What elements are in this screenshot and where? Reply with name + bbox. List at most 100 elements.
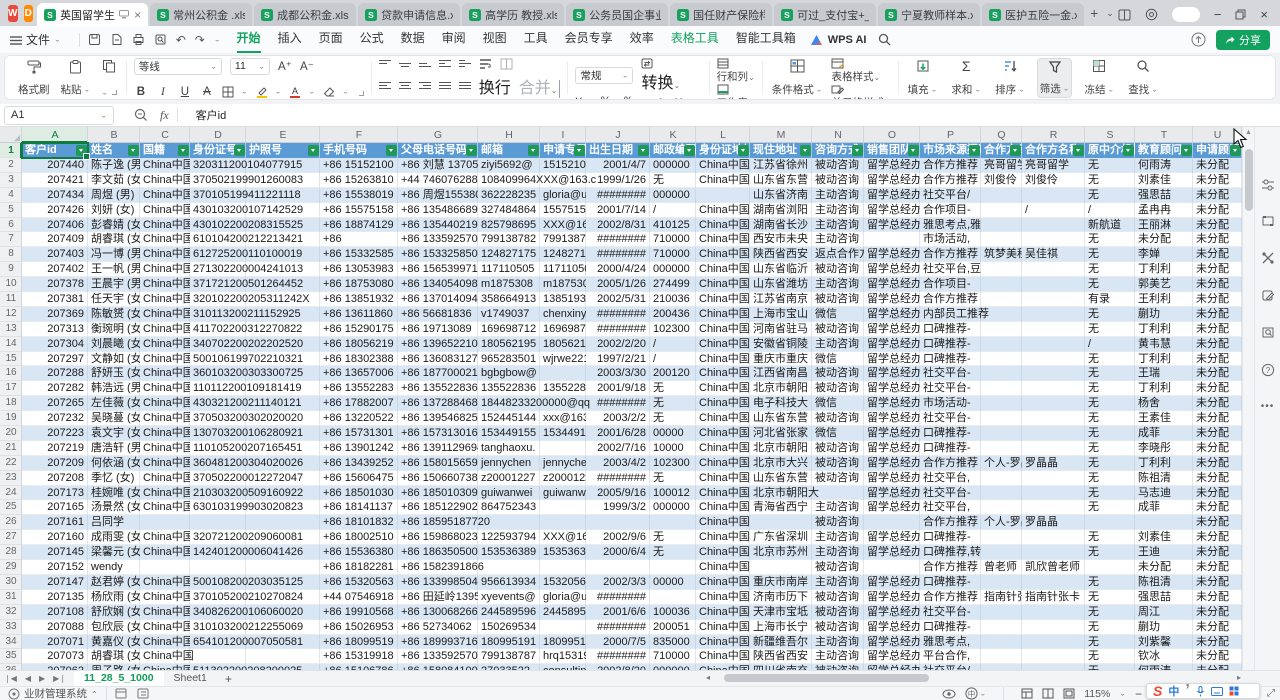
grid-cell[interactable] [540, 366, 586, 381]
grid-cell[interactable]: +86 1354402198 [398, 218, 478, 233]
grid-cell[interactable]: jennychen [478, 456, 540, 471]
align-top-icon[interactable] [379, 60, 391, 68]
grid-cell[interactable]: wjrwe221 [540, 352, 586, 367]
row-number[interactable]: 7 [0, 232, 22, 247]
grid-cell[interactable]: +86 15606475 [320, 471, 398, 486]
grid-cell[interactable]: 430321200211140121 [190, 396, 246, 411]
grid-cell[interactable] [981, 337, 1022, 352]
grid-cell[interactable]: ######## [586, 232, 650, 247]
menu-tab[interactable]: 数据 [401, 26, 425, 53]
grid-cell[interactable]: ######## [586, 396, 650, 411]
grid-cell[interactable]: 无 [1085, 188, 1135, 203]
grid-cell[interactable]: +86 56681836 [398, 307, 478, 322]
chevron-down-icon[interactable]: ⌄ [214, 36, 221, 43]
grid-cell[interactable]: 山东省东营 [750, 471, 812, 486]
formula-value[interactable]: 客户id [196, 107, 227, 123]
row-number[interactable]: 25 [0, 500, 22, 515]
grid-cell[interactable]: / [1085, 337, 1135, 352]
grid-cell[interactable]: China中国 [140, 471, 190, 486]
number-format-select[interactable]: 常规⌄ [575, 67, 633, 84]
filter-button-icon[interactable] [852, 145, 863, 156]
grid-cell[interactable]: 亮哥留学 [1022, 158, 1085, 173]
grid-cell[interactable]: 留学总经办 [864, 188, 920, 203]
grid-cell[interactable]: 152445144 [478, 411, 540, 426]
grid-cell[interactable] [1022, 396, 1085, 411]
row-number[interactable]: 10 [0, 277, 22, 292]
merge-cells-button[interactable]: 合并⌄ [519, 74, 561, 98]
grid-cell[interactable] [190, 560, 246, 575]
column-header-cell[interactable]: 合作方名称 [1022, 143, 1085, 158]
wrap-text-button[interactable]: 换行 [479, 74, 511, 98]
grid-cell[interactable]: +86 18302388 [320, 352, 398, 367]
grid-cell[interactable]: 合作方推荐 [920, 247, 981, 262]
grid-cell[interactable] [981, 232, 1022, 247]
column-letter[interactable]: R [1022, 127, 1085, 143]
column-letter[interactable]: S [1085, 127, 1135, 143]
grid-cell[interactable]: 360103200303300725 [190, 366, 246, 381]
grid-cell[interactable]: 2005/1/26 [586, 277, 650, 292]
grid-cell[interactable]: guiwanwei [540, 486, 586, 501]
grid-cell[interactable]: 陕西省西安 [750, 649, 812, 664]
grid-cell[interactable]: 207145 [22, 545, 88, 560]
row-number[interactable]: 29 [0, 560, 22, 575]
filter-button-icon[interactable] [684, 145, 695, 156]
grid-cell[interactable]: 留学总经办 [864, 545, 920, 560]
account-pill[interactable] [1172, 7, 1200, 22]
filter-button-icon[interactable] [528, 145, 539, 156]
grid-cell[interactable]: / [650, 203, 696, 218]
row-number[interactable]: 9 [0, 262, 22, 277]
grid-cell[interactable]: +86 1395468251 [398, 411, 478, 426]
grid-cell[interactable]: 陈祖清 [1135, 471, 1193, 486]
grid-cell[interactable]: China中国 [140, 456, 190, 471]
grid-cell[interactable]: +44 07546918 [320, 590, 398, 605]
grid-cell[interactable]: China中国 [696, 277, 750, 292]
grid-cell[interactable]: 207434 [22, 188, 88, 203]
grid-cell[interactable]: 内部员工推荐 [920, 307, 981, 322]
grid-cell[interactable]: 未分配 [1193, 158, 1242, 173]
grid-cell[interactable]: 371721200501264452 [190, 277, 246, 292]
grid-cell[interactable]: +86 1580156591 [398, 456, 478, 471]
grid-cell[interactable]: ######## [586, 307, 650, 322]
grid-cell[interactable]: 社交平台- [920, 411, 981, 426]
next-sheet-icon[interactable]: ▶ [39, 674, 45, 683]
grid-cell[interactable]: wendy [88, 560, 140, 575]
grid-cell[interactable]: 个人-罗晶 [981, 515, 1022, 530]
grid-cell[interactable] [981, 203, 1022, 218]
grid-cell[interactable]: 153205639 [540, 575, 586, 590]
tools-icon[interactable] [1261, 251, 1275, 265]
grid-cell[interactable]: 罗晶晶 [1022, 515, 1085, 530]
filter-button-icon[interactable] [738, 145, 749, 156]
grid-cell[interactable]: 袁文宇 (女 [88, 426, 140, 441]
filter-button-icon[interactable] [969, 145, 980, 156]
grid-cell[interactable]: 710000 [650, 649, 696, 664]
grid-cell[interactable]: 留学总经办 [864, 500, 920, 515]
grid-cell[interactable]: 207223 [22, 426, 88, 441]
grid-cell[interactable]: China中国 [696, 649, 750, 664]
grid-cell[interactable] [650, 590, 696, 605]
toolbox-grid-icon[interactable] [1229, 686, 1239, 696]
grid-cell[interactable]: 留学总经办 [864, 352, 920, 367]
grid-cell[interactable]: 未分配 [1193, 605, 1242, 620]
find-button[interactable]: 查找⌄ [1126, 58, 1160, 98]
grid-cell[interactable]: 陕西省西安 [750, 247, 812, 262]
row-number[interactable]: 18 [0, 396, 22, 411]
grid-cell[interactable]: 陈敏赟 (女 [88, 307, 140, 322]
grid-cell[interactable]: XXX@163. [540, 530, 586, 545]
grid-cell[interactable]: China中国 [140, 605, 190, 620]
help-icon[interactable]: ? [1261, 363, 1275, 377]
grid-cell[interactable]: China中国 [696, 247, 750, 262]
grid-cell[interactable]: 冯一博 (男 [88, 247, 140, 262]
grid-cell[interactable] [981, 277, 1022, 292]
grid-cell[interactable] [981, 366, 1022, 381]
grid-cell[interactable]: 主动咨询 [812, 337, 864, 352]
grid-cell[interactable]: China中国 [696, 218, 750, 233]
grid-cell[interactable]: 无 [1085, 649, 1135, 664]
grid-cell[interactable]: ######## [586, 649, 650, 664]
grid-cell[interactable]: 207160 [22, 530, 88, 545]
grid-cell[interactable]: 207297 [22, 352, 88, 367]
grid-cell[interactable]: 未分配 [1193, 218, 1242, 233]
grid-cell[interactable]: 244589596 [478, 605, 540, 620]
grid-cell[interactable] [1022, 471, 1085, 486]
grid-cell[interactable]: 山东省东营 [750, 173, 812, 188]
grid-cell[interactable] [540, 441, 586, 456]
